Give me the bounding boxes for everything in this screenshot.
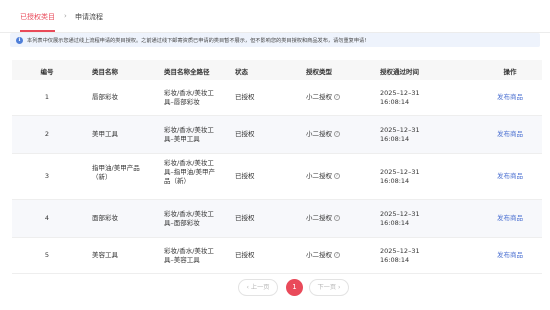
category-name: 美甲工具 (92, 130, 118, 138)
authorized-categories-page: 已授权类目 › 申请流程 i 本列表中仅展示您通过线上流程申请的类目授权。之前通… (0, 0, 550, 310)
table-row: 4 面部彩妆 彩妆/香水/美妆工具–面部彩妆 已授权 小二授权? 2025–12… (12, 200, 542, 238)
breadcrumb-separator: › (64, 12, 67, 20)
header-status: 状态 (235, 68, 248, 76)
category-name: 美容工具 (92, 251, 118, 259)
help-icon[interactable]: ? (334, 131, 340, 137)
category-path: 彩妆/香水/美妆工具–唇部彩妆 (164, 89, 214, 106)
publish-product-link[interactable]: 发布商品 (488, 214, 532, 223)
status-text: 已授权 (235, 93, 255, 101)
auth-type-label: 小二授权 (306, 172, 332, 180)
category-path: 彩妆/香水/美妆工具–指甲油/美甲产品（新） (164, 159, 215, 185)
category-path: 彩妆/香水/美妆工具–面部彩妆 (164, 210, 214, 227)
auth-type: 小二授权? (306, 214, 340, 223)
tab-bar: 已授权类目 › 申请流程 (0, 0, 550, 33)
table-row: 3 指甲油/美甲产品（新） 彩妆/香水/美妆工具–指甲油/美甲产品（新） 已授权… (12, 154, 542, 200)
help-icon[interactable]: ? (334, 173, 340, 179)
auth-time: 2025–12–31 16:08:14 (380, 126, 420, 143)
publish-product-link[interactable]: 发布商品 (488, 93, 532, 102)
row-number: 3 (44, 172, 50, 180)
tab-authorized-categories[interactable]: 已授权类目 (20, 12, 55, 22)
help-icon[interactable]: ? (334, 252, 340, 258)
publish-product-link[interactable]: 发布商品 (488, 251, 532, 260)
category-name: 面部彩妆 (92, 214, 118, 222)
category-path: 彩妆/香水/美妆工具–美甲工具 (164, 126, 214, 143)
auth-type-label: 小二授权 (306, 251, 332, 259)
status-text: 已授权 (235, 172, 255, 180)
table-row: 2 美甲工具 彩妆/香水/美妆工具–美甲工具 已授权 小二授权? 2025–12… (12, 116, 542, 154)
category-name: 唇部彩妆 (92, 93, 118, 101)
row-number: 2 (44, 130, 50, 138)
tab-application-process[interactable]: 申请流程 (75, 12, 103, 22)
auth-type: 小二授权? (306, 172, 340, 181)
row-number: 1 (44, 93, 50, 101)
header-action: 操作 (503, 68, 517, 76)
header-number: 编号 (40, 68, 54, 76)
auth-time: 2025–12–31 16:08:14 (380, 168, 420, 185)
auth-type-label: 小二授权 (306, 93, 332, 101)
auth-type: 小二授权? (306, 251, 340, 260)
header-category-path: 类目名称全路径 (164, 68, 210, 76)
pagination: ‹ 上一页 1 下一页 › (0, 279, 550, 297)
auth-type-label: 小二授权 (306, 130, 332, 138)
row-number: 4 (44, 214, 50, 222)
table-header: 编号 类目名称 类目名称全路径 状态 授权类型 授权通过时间 操作 (12, 60, 542, 80)
help-icon[interactable]: ? (334, 94, 340, 100)
row-number: 5 (44, 251, 50, 259)
active-tab-underline (20, 30, 55, 32)
current-page-button[interactable]: 1 (286, 279, 303, 296)
auth-time: 2025–12–31 16:08:14 (380, 89, 420, 106)
auth-type: 小二授权? (306, 93, 340, 102)
header-auth-type: 授权类型 (306, 68, 332, 76)
publish-product-link[interactable]: 发布商品 (488, 172, 532, 181)
prev-page-button[interactable]: ‹ 上一页 (238, 279, 278, 296)
auth-time: 2025–12–31 16:08:14 (380, 210, 420, 227)
table-row: 5 美容工具 彩妆/香水/美妆工具–美容工具 已授权 小二授权? 2025–12… (12, 238, 542, 274)
category-name: 指甲油/美甲产品（新） (92, 164, 140, 181)
header-category-name: 类目名称 (92, 68, 118, 76)
notice-text: 本列表中仅展示您通过线上流程申请的类目授权。之前通过线下邮寄资质已申请的类目暂不… (27, 37, 367, 44)
table-row: 1 唇部彩妆 彩妆/香水/美妆工具–唇部彩妆 已授权 小二授权? 2025–12… (12, 80, 542, 116)
category-path: 彩妆/香水/美妆工具–美容工具 (164, 247, 214, 264)
auth-type: 小二授权? (306, 130, 340, 139)
publish-product-link[interactable]: 发布商品 (488, 130, 532, 139)
next-page-button[interactable]: 下一页 › (309, 279, 349, 296)
info-icon: i (16, 36, 23, 44)
help-icon[interactable]: ? (334, 215, 340, 221)
status-text: 已授权 (235, 251, 255, 259)
header-auth-time: 授权通过时间 (380, 68, 419, 76)
auth-time: 2025–12–31 16:08:14 (380, 247, 420, 264)
auth-type-label: 小二授权 (306, 214, 332, 222)
authorization-table: 编号 类目名称 类目名称全路径 状态 授权类型 授权通过时间 操作 1 唇部彩妆… (12, 60, 542, 274)
notice-banner: i 本列表中仅展示您通过线上流程申请的类目授权。之前通过线下邮寄资质已申请的类目… (10, 33, 540, 47)
status-text: 已授权 (235, 130, 255, 138)
status-text: 已授权 (235, 214, 255, 222)
